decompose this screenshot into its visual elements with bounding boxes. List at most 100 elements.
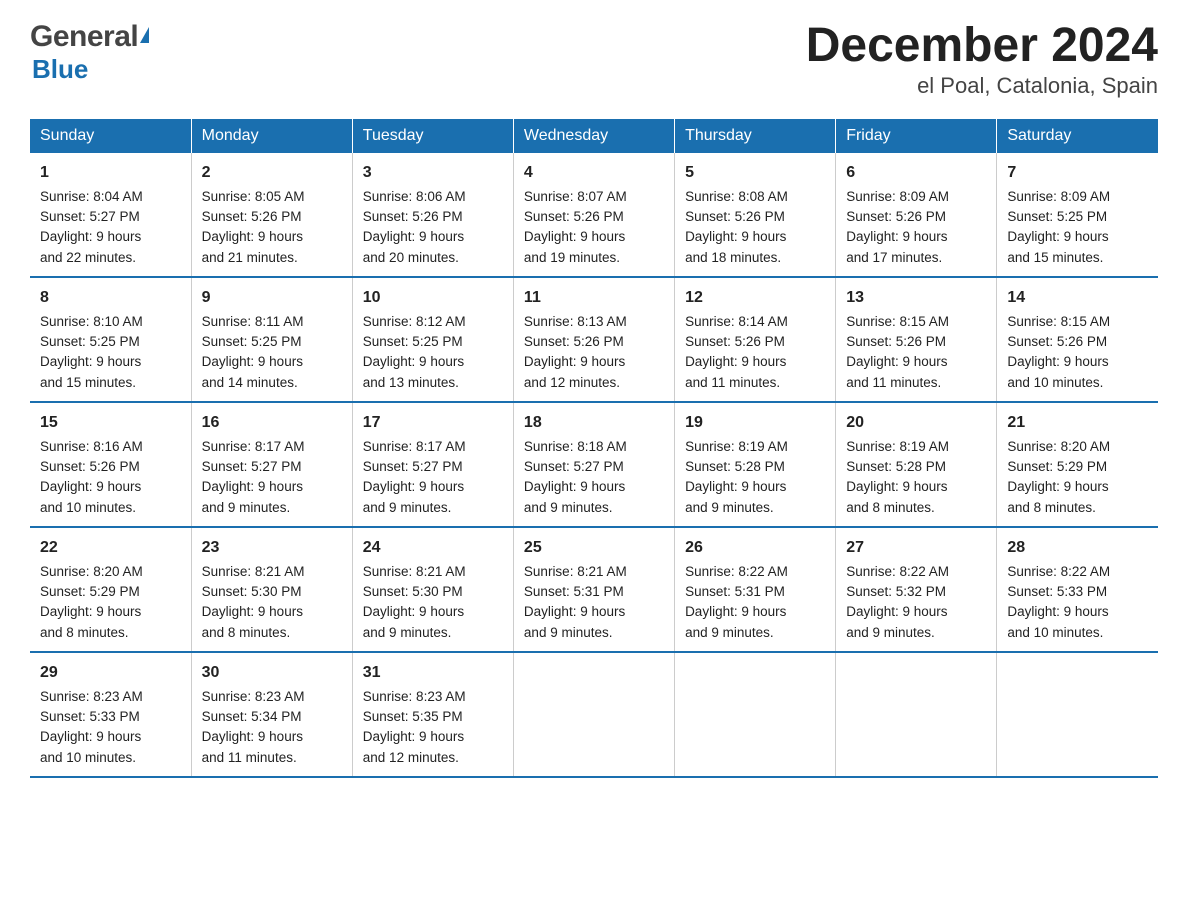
daylight-hours: Daylight: 9 hours: [363, 354, 464, 369]
day-number: 30: [202, 661, 342, 685]
calendar-cell: 24Sunrise: 8:21 AMSunset: 5:30 PMDayligh…: [352, 527, 513, 652]
daylight-hours: Daylight: 9 hours: [40, 729, 141, 744]
sunrise-info: Sunrise: 8:20 AM: [1007, 439, 1110, 454]
sunrise-info: Sunrise: 8:06 AM: [363, 189, 466, 204]
day-number: 25: [524, 536, 664, 560]
sunrise-info: Sunrise: 8:11 AM: [202, 314, 304, 329]
sunset-info: Sunset: 5:28 PM: [685, 459, 785, 474]
logo-general-text: General: [30, 20, 149, 54]
calendar-cell: 27Sunrise: 8:22 AMSunset: 5:32 PMDayligh…: [836, 527, 997, 652]
calendar-cell: [997, 652, 1158, 777]
day-number: 8: [40, 286, 181, 310]
sunrise-info: Sunrise: 8:10 AM: [40, 314, 143, 329]
daylight-hours: Daylight: 9 hours: [202, 604, 303, 619]
day-number: 26: [685, 536, 825, 560]
sunset-info: Sunset: 5:26 PM: [524, 209, 624, 224]
calendar-cell: 4Sunrise: 8:07 AMSunset: 5:26 PMDaylight…: [513, 153, 674, 277]
sunrise-info: Sunrise: 8:17 AM: [363, 439, 466, 454]
day-number: 21: [1007, 411, 1148, 435]
calendar-week-row: 22Sunrise: 8:20 AMSunset: 5:29 PMDayligh…: [30, 527, 1158, 652]
daylight-minutes: and 10 minutes.: [1007, 625, 1103, 640]
daylight-hours: Daylight: 9 hours: [524, 229, 625, 244]
daylight-minutes: and 11 minutes.: [202, 750, 297, 765]
daylight-hours: Daylight: 9 hours: [40, 479, 141, 494]
day-number: 18: [524, 411, 664, 435]
day-number: 11: [524, 286, 664, 310]
daylight-minutes: and 11 minutes.: [685, 375, 780, 390]
calendar-cell: 2Sunrise: 8:05 AMSunset: 5:26 PMDaylight…: [191, 153, 352, 277]
col-sunday: Sunday: [30, 119, 191, 153]
col-saturday: Saturday: [997, 119, 1158, 153]
sunrise-info: Sunrise: 8:08 AM: [685, 189, 788, 204]
calendar-cell: [836, 652, 997, 777]
day-number: 27: [846, 536, 986, 560]
sunset-info: Sunset: 5:25 PM: [363, 334, 463, 349]
calendar-cell: 1Sunrise: 8:04 AMSunset: 5:27 PMDaylight…: [30, 153, 191, 277]
daylight-minutes: and 19 minutes.: [524, 250, 620, 265]
calendar-cell: 20Sunrise: 8:19 AMSunset: 5:28 PMDayligh…: [836, 402, 997, 527]
day-number: 10: [363, 286, 503, 310]
sunrise-info: Sunrise: 8:09 AM: [1007, 189, 1110, 204]
calendar-cell: 16Sunrise: 8:17 AMSunset: 5:27 PMDayligh…: [191, 402, 352, 527]
calendar-cell: 9Sunrise: 8:11 AMSunset: 5:25 PMDaylight…: [191, 277, 352, 402]
sunrise-info: Sunrise: 8:12 AM: [363, 314, 466, 329]
calendar-cell: 19Sunrise: 8:19 AMSunset: 5:28 PMDayligh…: [675, 402, 836, 527]
sunrise-info: Sunrise: 8:21 AM: [363, 564, 466, 579]
daylight-hours: Daylight: 9 hours: [1007, 354, 1108, 369]
sunrise-info: Sunrise: 8:17 AM: [202, 439, 305, 454]
calendar-cell: 14Sunrise: 8:15 AMSunset: 5:26 PMDayligh…: [997, 277, 1158, 402]
sunset-info: Sunset: 5:35 PM: [363, 709, 463, 724]
calendar-cell: 21Sunrise: 8:20 AMSunset: 5:29 PMDayligh…: [997, 402, 1158, 527]
daylight-minutes: and 9 minutes.: [524, 500, 613, 515]
calendar-cell: 12Sunrise: 8:14 AMSunset: 5:26 PMDayligh…: [675, 277, 836, 402]
daylight-minutes: and 13 minutes.: [363, 375, 459, 390]
sunset-info: Sunset: 5:26 PM: [40, 459, 140, 474]
day-number: 17: [363, 411, 503, 435]
daylight-hours: Daylight: 9 hours: [202, 479, 303, 494]
col-tuesday: Tuesday: [352, 119, 513, 153]
sunset-info: Sunset: 5:25 PM: [1007, 209, 1107, 224]
daylight-hours: Daylight: 9 hours: [363, 604, 464, 619]
calendar-cell: 30Sunrise: 8:23 AMSunset: 5:34 PMDayligh…: [191, 652, 352, 777]
calendar-cell: 15Sunrise: 8:16 AMSunset: 5:26 PMDayligh…: [30, 402, 191, 527]
daylight-minutes: and 9 minutes.: [846, 625, 935, 640]
sunrise-info: Sunrise: 8:22 AM: [685, 564, 788, 579]
sunrise-info: Sunrise: 8:05 AM: [202, 189, 305, 204]
sunset-info: Sunset: 5:27 PM: [363, 459, 463, 474]
daylight-hours: Daylight: 9 hours: [202, 354, 303, 369]
sunrise-info: Sunrise: 8:23 AM: [363, 689, 466, 704]
daylight-minutes: and 12 minutes.: [363, 750, 459, 765]
sunset-info: Sunset: 5:26 PM: [846, 334, 946, 349]
daylight-minutes: and 12 minutes.: [524, 375, 620, 390]
calendar-cell: 18Sunrise: 8:18 AMSunset: 5:27 PMDayligh…: [513, 402, 674, 527]
calendar-cell: 25Sunrise: 8:21 AMSunset: 5:31 PMDayligh…: [513, 527, 674, 652]
calendar-cell: 23Sunrise: 8:21 AMSunset: 5:30 PMDayligh…: [191, 527, 352, 652]
sunrise-info: Sunrise: 8:21 AM: [202, 564, 305, 579]
col-thursday: Thursday: [675, 119, 836, 153]
sunset-info: Sunset: 5:25 PM: [40, 334, 140, 349]
calendar-cell: 26Sunrise: 8:22 AMSunset: 5:31 PMDayligh…: [675, 527, 836, 652]
daylight-hours: Daylight: 9 hours: [40, 229, 141, 244]
title-block: December 2024 el Poal, Catalonia, Spain: [806, 20, 1158, 99]
sunset-info: Sunset: 5:33 PM: [1007, 584, 1107, 599]
day-number: 6: [846, 161, 986, 185]
sunrise-info: Sunrise: 8:19 AM: [685, 439, 788, 454]
day-number: 23: [202, 536, 342, 560]
sunset-info: Sunset: 5:26 PM: [524, 334, 624, 349]
day-number: 20: [846, 411, 986, 435]
calendar-cell: 11Sunrise: 8:13 AMSunset: 5:26 PMDayligh…: [513, 277, 674, 402]
sunset-info: Sunset: 5:28 PM: [846, 459, 946, 474]
daylight-hours: Daylight: 9 hours: [685, 604, 786, 619]
sunset-info: Sunset: 5:26 PM: [685, 209, 785, 224]
daylight-hours: Daylight: 9 hours: [363, 229, 464, 244]
col-friday: Friday: [836, 119, 997, 153]
daylight-minutes: and 9 minutes.: [685, 500, 774, 515]
calendar-cell: [513, 652, 674, 777]
day-number: 15: [40, 411, 181, 435]
calendar-cell: 17Sunrise: 8:17 AMSunset: 5:27 PMDayligh…: [352, 402, 513, 527]
calendar-week-row: 1Sunrise: 8:04 AMSunset: 5:27 PMDaylight…: [30, 153, 1158, 277]
day-number: 5: [685, 161, 825, 185]
calendar-cell: 3Sunrise: 8:06 AMSunset: 5:26 PMDaylight…: [352, 153, 513, 277]
day-number: 12: [685, 286, 825, 310]
daylight-minutes: and 10 minutes.: [40, 750, 136, 765]
